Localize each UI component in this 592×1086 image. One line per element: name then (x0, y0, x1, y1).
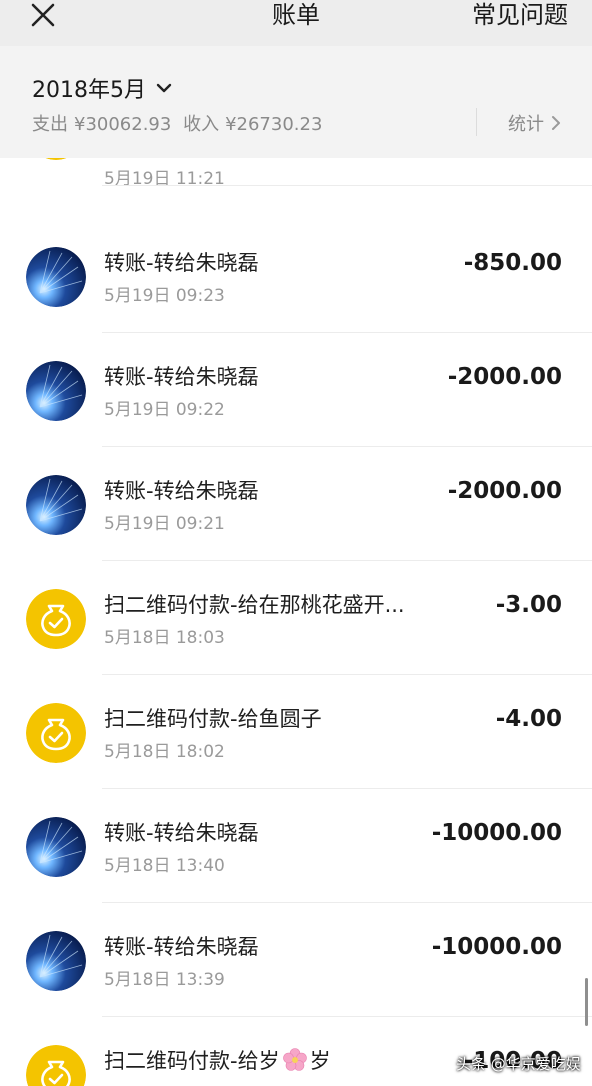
money-bag-icon (26, 158, 86, 160)
transaction-row[interactable]: 扫二维码付款-给岁 岁 -100.00 (0, 1017, 592, 1086)
income-label: 收入 (183, 114, 220, 135)
transaction-amount: -3.00 (495, 592, 562, 618)
transaction-amount: -2000.00 (447, 478, 562, 504)
contact-avatar (26, 247, 86, 307)
title-text: 扫二维码付款-给岁 (104, 1049, 280, 1073)
transaction-title: 扫二维码付款-给鱼圆子 (104, 707, 322, 731)
transaction-amount: -10000.00 (431, 934, 562, 960)
transaction-time: 5月19日 09:23 (104, 286, 225, 306)
transaction-title: 转账-转给朱晓磊 (104, 365, 259, 389)
row-divider (102, 185, 592, 186)
transaction-time: 5月19日 09:21 (104, 514, 225, 534)
contact-avatar (26, 475, 86, 535)
contact-avatar (26, 361, 86, 421)
transaction-row[interactable]: 转账-转给朱晓磊 5月19日 09:22 -2000.00 (0, 333, 592, 447)
transaction-title: 转账-转给朱晓磊 (104, 935, 259, 959)
transaction-amount: -2000.00 (447, 364, 562, 390)
transaction-time: 5月18日 18:03 (104, 628, 225, 648)
transaction-time: 5月19日 11:21 (104, 169, 225, 189)
chevron-down-icon (156, 83, 172, 93)
month-selector[interactable]: 2018年5月 (32, 72, 174, 104)
transaction-time: 5月18日 13:39 (104, 970, 225, 990)
transaction-row[interactable]: 转账-转给朱晓磊 5月19日 09:21 -2000.00 (0, 447, 592, 561)
transaction-time: 5月18日 13:40 (104, 856, 225, 876)
income-amount: ¥26730.23 (225, 114, 323, 135)
expense-label: 支出 (32, 114, 68, 135)
statistics-label: 统计 (508, 114, 544, 135)
divider (476, 108, 477, 136)
transaction-row[interactable]: 5月19日 11:21 (0, 158, 592, 189)
cherry-blossom-icon (282, 1048, 307, 1071)
transaction-title: 扫二维码付款-给岁 岁 (104, 1047, 331, 1075)
month-label: 2018年5月 (32, 78, 146, 103)
statistics-link[interactable]: 统计 (508, 110, 562, 136)
money-bag-icon (26, 589, 86, 649)
expense-amount: ¥30062.93 (74, 114, 172, 135)
title-text: 岁 (309, 1049, 331, 1073)
chevron-right-icon (552, 116, 560, 130)
transaction-row[interactable]: 扫二维码付款-给鱼圆子 5月18日 18:02 -4.00 (0, 675, 592, 789)
transaction-time: 5月19日 09:22 (104, 400, 225, 420)
money-bag-icon (26, 1045, 86, 1086)
month-totals: 支出 ¥30062.93 收入 ¥26730.23 (32, 110, 328, 136)
money-bag-icon (26, 703, 86, 763)
transaction-title: 转账-转给朱晓磊 (104, 821, 259, 845)
contact-avatar (26, 931, 86, 991)
transaction-amount: -4.00 (495, 706, 562, 732)
transaction-time: 5月18日 18:02 (104, 742, 225, 762)
transaction-row[interactable]: 转账-转给朱晓磊 5月18日 13:39 -10000.00 (0, 903, 592, 1017)
transaction-amount: -10000.00 (431, 820, 562, 846)
transaction-row[interactable]: 转账-转给朱晓磊 5月18日 13:40 -10000.00 (0, 789, 592, 903)
transaction-row[interactable]: 转账-转给朱晓磊 5月19日 09:23 -850.00 (0, 219, 592, 333)
transaction-title: 扫二维码付款-给在那桃花盛开... (104, 593, 405, 617)
transaction-title: 转账-转给朱晓磊 (104, 251, 259, 275)
bill-summary-header: 2018年5月 支出 ¥30062.93 收入 ¥26730.23 统计 (0, 46, 592, 158)
watermark-text: 头条 @华京爱吃娱 (456, 1055, 581, 1073)
top-nav-bar: 账单 常见问题 (0, 0, 592, 46)
scrollbar[interactable] (585, 978, 588, 1026)
transaction-title: 转账-转给朱晓磊 (104, 479, 259, 503)
contact-avatar (26, 817, 86, 877)
transaction-amount: -850.00 (463, 250, 562, 276)
faq-link[interactable]: 常见问题 (472, 0, 568, 30)
transaction-row[interactable]: 扫二维码付款-给在那桃花盛开... 5月18日 18:03 -3.00 (0, 561, 592, 675)
transaction-list: 5月19日 11:21 转账-转给朱晓磊 5月19日 09:23 -850.00… (0, 158, 592, 1086)
